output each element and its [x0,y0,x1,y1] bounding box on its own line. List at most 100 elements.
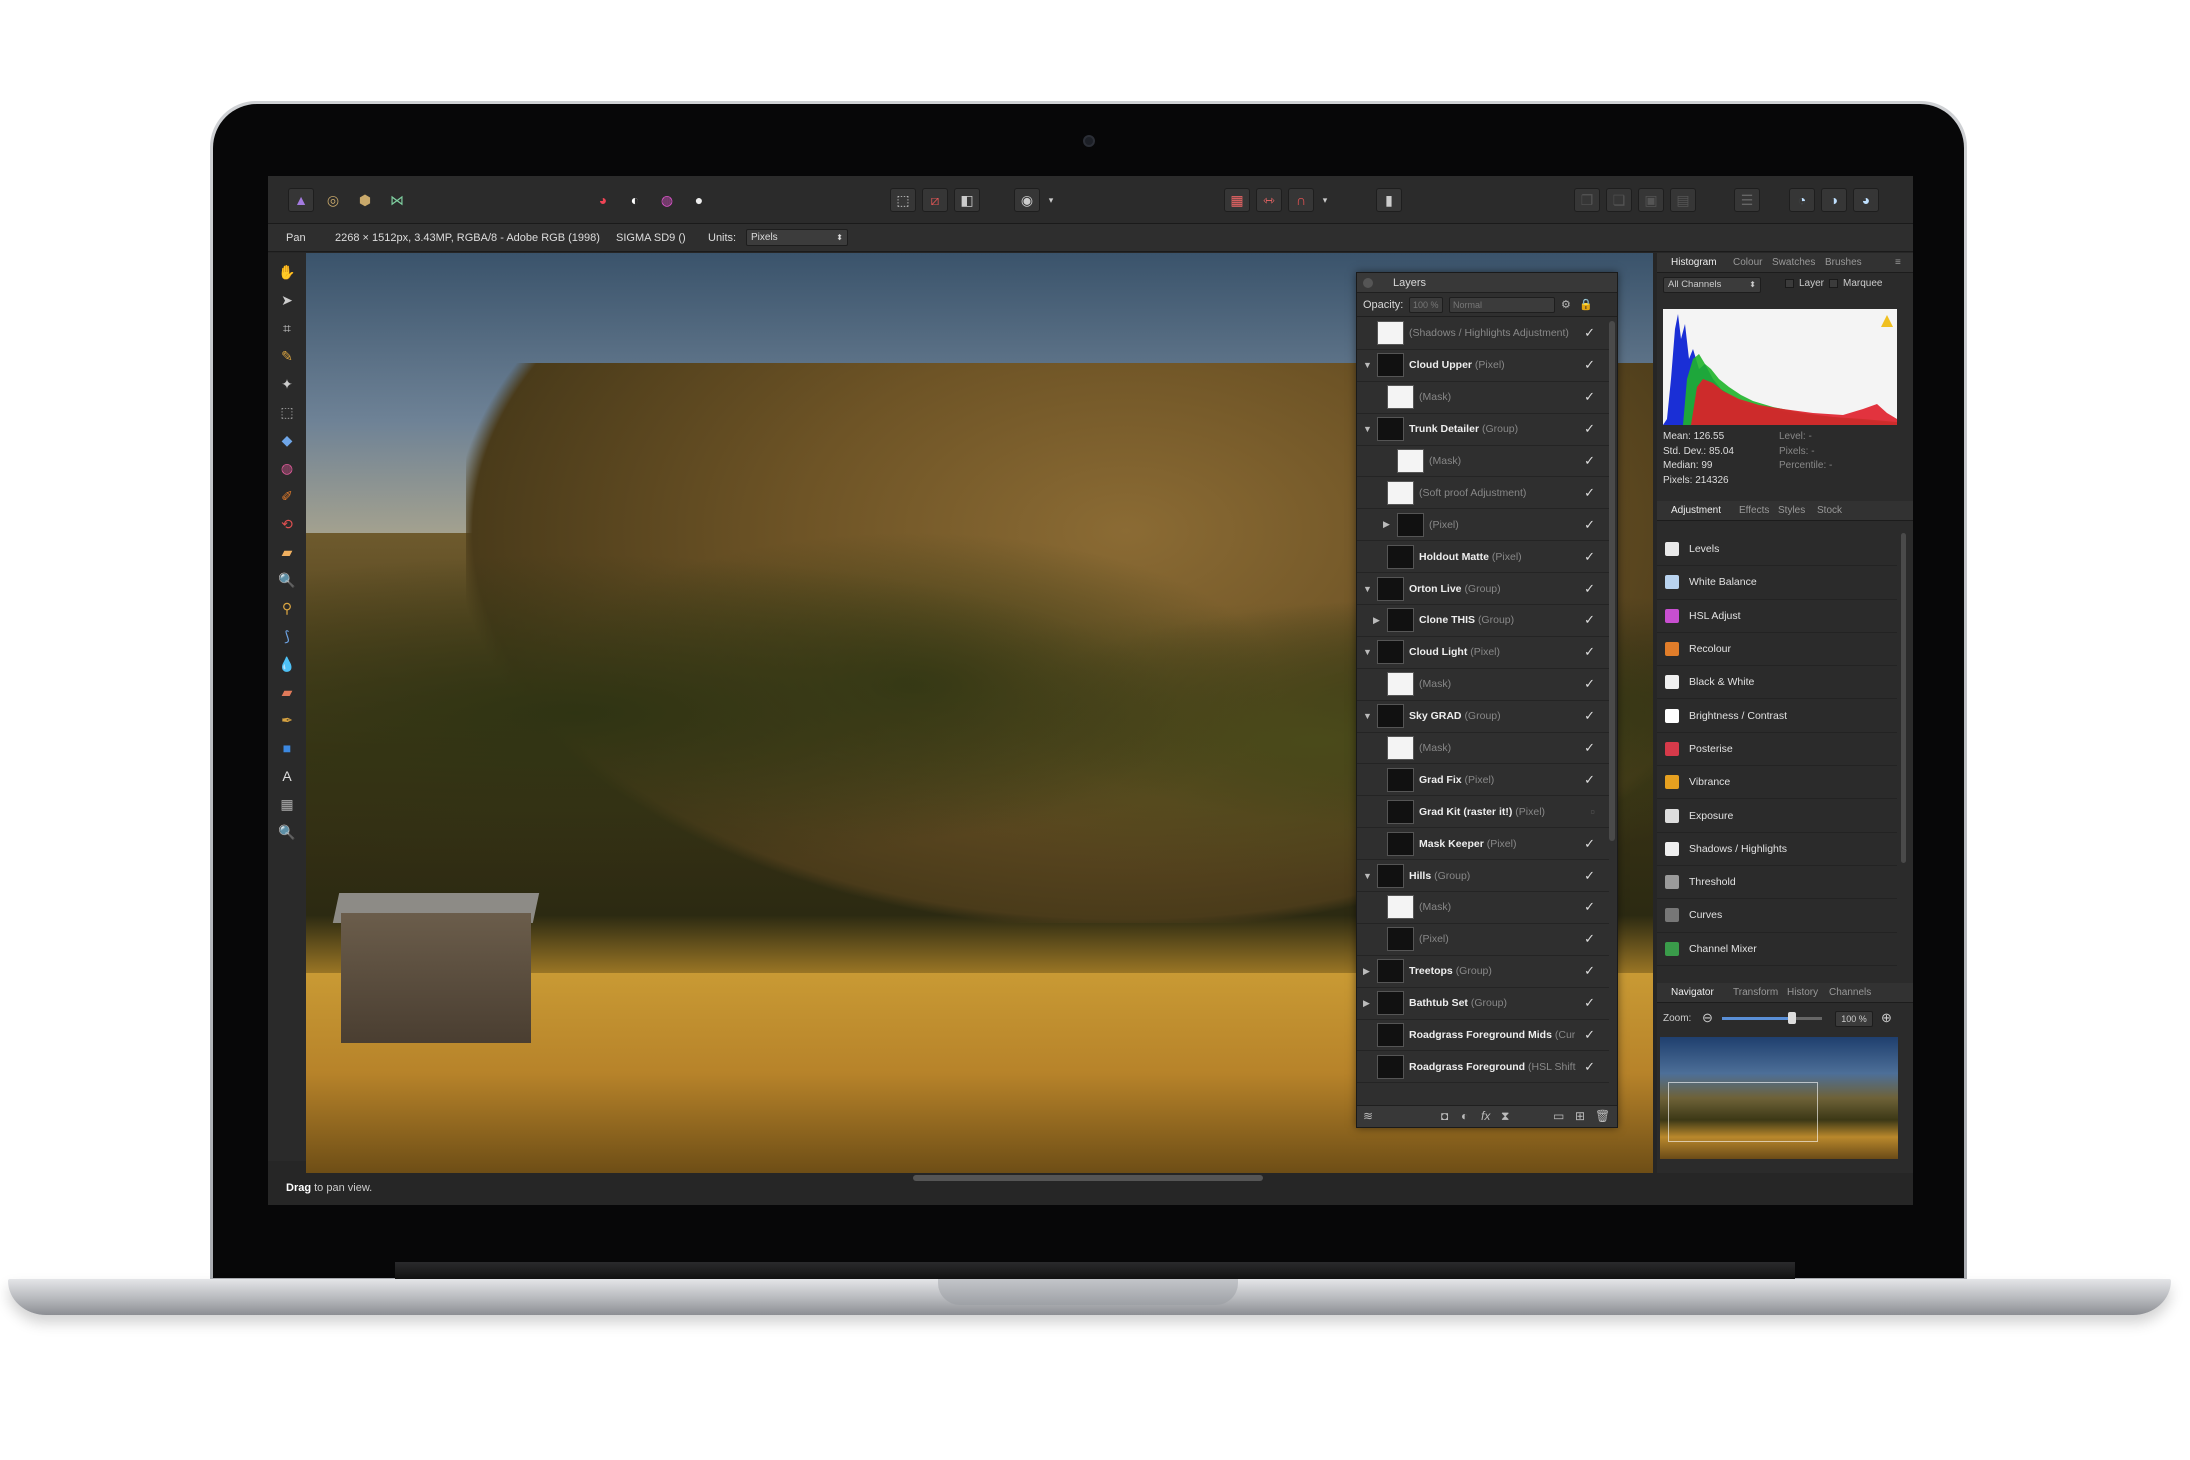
photo-persona-icon[interactable]: ▲ [288,188,314,212]
chevron-down-icon[interactable]: ▾ [1046,188,1056,212]
units-select[interactable]: Pixels ⬍ [746,229,848,246]
chevron-down-icon[interactable]: ▾ [1320,188,1330,212]
zoom-field[interactable]: 100 % [1835,1011,1873,1027]
visibility-check-icon[interactable]: ✓ [1584,517,1595,533]
visibility-check-icon[interactable]: ✓ [1584,1027,1595,1043]
tab-transform[interactable]: Transform [1733,983,1778,1003]
align-icon[interactable]: ☰ [1734,188,1760,212]
layer-row[interactable]: ▶ (Pixel) ✓ [1357,509,1609,542]
visibility-check-icon[interactable]: ✓ [1584,931,1595,947]
adjustment-item[interactable]: White Balance [1657,566,1897,600]
quick-mask-icon[interactable]: ◉ [1014,188,1040,212]
assistant-icon[interactable]: ▮ [1376,188,1402,212]
zoom-slider-track[interactable] [1792,1017,1822,1020]
layer-row[interactable]: ▶ Treetops (Group) ✓ [1357,956,1609,988]
tab-brushes[interactable]: Brushes [1825,253,1862,273]
pen-tool-icon[interactable]: ✒ [275,709,299,731]
horizontal-scrollbar[interactable] [913,1175,1263,1181]
zoom-tool-icon[interactable]: 🔍 [275,821,299,843]
liquify-persona-icon[interactable]: ◎ [320,188,346,212]
group-folder-icon[interactable]: ▭ [1553,1109,1564,1123]
visibility-check-icon[interactable]: ✓ [1584,357,1595,373]
deselect-icon[interactable]: ⧄ [922,188,948,212]
arrange-back-icon[interactable]: ❏ [1606,188,1632,212]
layer-row[interactable]: ▼ Sky GRAD (Group) ✓ [1357,701,1609,733]
color-replace-icon[interactable]: ⟲ [275,513,299,535]
layer-row[interactable]: ▼ Cloud Light (Pixel) ✓ [1357,637,1609,669]
layer-row[interactable]: (Mask) ✓ [1357,892,1609,924]
disclosure-arrow-icon[interactable]: ▼ [1363,647,1372,657]
disclosure-arrow-icon[interactable]: ▼ [1363,584,1372,594]
adjustment-item[interactable]: Threshold [1657,866,1897,900]
visibility-check-icon[interactable]: ✓ [1584,644,1595,660]
visibility-check-icon[interactable]: ✓ [1584,995,1595,1011]
gear-icon[interactable]: ⚙ [1561,293,1571,317]
opacity-field[interactable]: 100 % [1409,297,1443,313]
zoom-in-icon[interactable]: ⊕ [1881,1010,1892,1026]
arrange-front-icon[interactable]: ▣ [1638,188,1664,212]
layer-row[interactable]: ▼ Trunk Detailer (Group) ✓ [1357,414,1609,446]
tab-history[interactable]: History [1787,983,1818,1003]
studio-3-icon[interactable]: ◕ [1853,188,1879,212]
layer-row[interactable]: ▶ Clone THIS (Group) ✓ [1357,605,1609,637]
layer-row[interactable]: Grad Fix (Pixel) ✓ [1357,764,1609,797]
visibility-check-icon[interactable]: ✓ [1584,772,1595,788]
auto-colour-icon[interactable]: ◍ [654,188,680,212]
visibility-check-icon[interactable]: ✓ [1584,963,1595,979]
selection-brush-icon[interactable]: ✎ [275,345,299,367]
adjustment-item[interactable]: Posterise [1657,733,1897,767]
panel-menu-icon[interactable]: ≡ [1895,253,1901,273]
disclosure-arrow-icon[interactable]: ▼ [1363,424,1372,434]
lock-icon[interactable]: 🔒 [1579,293,1593,317]
marquee-icon[interactable]: ⬚ [890,188,916,212]
visibility-check-icon[interactable]: ✓ [1584,325,1595,341]
add-layer-icon[interactable]: ⊞ [1575,1109,1585,1123]
dodge-tool-icon[interactable]: 🔍 [275,569,299,591]
channels-select[interactable]: All Channels ⬍ [1663,277,1761,293]
layer-row[interactable]: (Mask) ✓ [1357,446,1609,478]
smudge-tool-icon[interactable]: ⟆ [275,625,299,647]
visibility-check-icon[interactable]: ✓ [1584,676,1595,692]
tab-swatches[interactable]: Swatches [1772,253,1815,273]
layer-row[interactable]: Roadgrass Foreground Mids (Cur ✓ [1357,1020,1609,1052]
move-tool-icon[interactable]: ➤ [275,289,299,311]
visibility-check-icon[interactable]: ✓ [1584,581,1595,597]
crop-tool-icon[interactable]: ⌗ [275,317,299,339]
arrange-forward-icon[interactable]: ❐ [1574,188,1600,212]
visibility-check-icon[interactable]: ✓ [1584,549,1595,565]
adjustment-item[interactable]: Black & White [1657,666,1897,700]
layer-row[interactable]: Mask Keeper (Pixel) ✓ [1357,828,1609,861]
mirror-icon[interactable]: ⇿ [1256,188,1282,212]
visibility-check-icon[interactable]: ✓ [1584,421,1595,437]
fx-icon[interactable]: fx [1481,1109,1490,1123]
visibility-check-icon[interactable]: ✓ [1584,899,1595,915]
auto-contrast-icon[interactable]: ◐ [622,188,648,212]
rectangle-tool-icon[interactable]: ■ [275,737,299,759]
disclosure-arrow-icon[interactable]: ▶ [1383,519,1390,530]
adjustment-item[interactable]: Vibrance [1657,766,1897,800]
adjustment-scrollbar[interactable] [1901,533,1906,863]
adjustment-item[interactable]: Recolour [1657,633,1897,667]
visibility-check-icon[interactable]: ✓ [1584,485,1595,501]
layer-row[interactable]: Holdout Matte (Pixel) ✓ [1357,541,1609,574]
visibility-check-icon[interactable]: ✓ [1584,453,1595,469]
layers-scrollbar[interactable] [1609,321,1615,841]
paint-brush-icon[interactable]: ✐ [275,485,299,507]
visibility-check-icon[interactable]: ✓ [1584,389,1595,405]
visibility-check-icon[interactable]: ✓ [1584,836,1595,852]
tab-colour[interactable]: Colour [1733,253,1762,273]
disclosure-arrow-icon[interactable]: ▶ [1373,615,1380,626]
hand-tool-icon[interactable]: ✋ [275,261,299,283]
visibility-check-icon[interactable]: ✓ [1584,1059,1595,1075]
layer-row[interactable]: (Soft proof Adjustment) ✓ [1357,477,1609,510]
layer-row[interactable]: (Pixel) ✓ [1357,924,1609,956]
adjustment-item[interactable]: Brightness / Contrast [1657,699,1897,733]
live-filter-icon[interactable]: ⧗ [1501,1109,1509,1124]
mask-layer-icon[interactable]: ◘ [1441,1109,1448,1123]
visibility-check-icon[interactable]: ✓ [1584,708,1595,724]
tab-navigator[interactable]: Navigator [1671,983,1714,1003]
tab-effects[interactable]: Effects [1739,501,1769,521]
tab-channels[interactable]: Channels [1829,983,1871,1003]
tab-adjustment[interactable]: Adjustment [1671,501,1721,521]
arrange-rear-icon[interactable]: ▤ [1670,188,1696,212]
